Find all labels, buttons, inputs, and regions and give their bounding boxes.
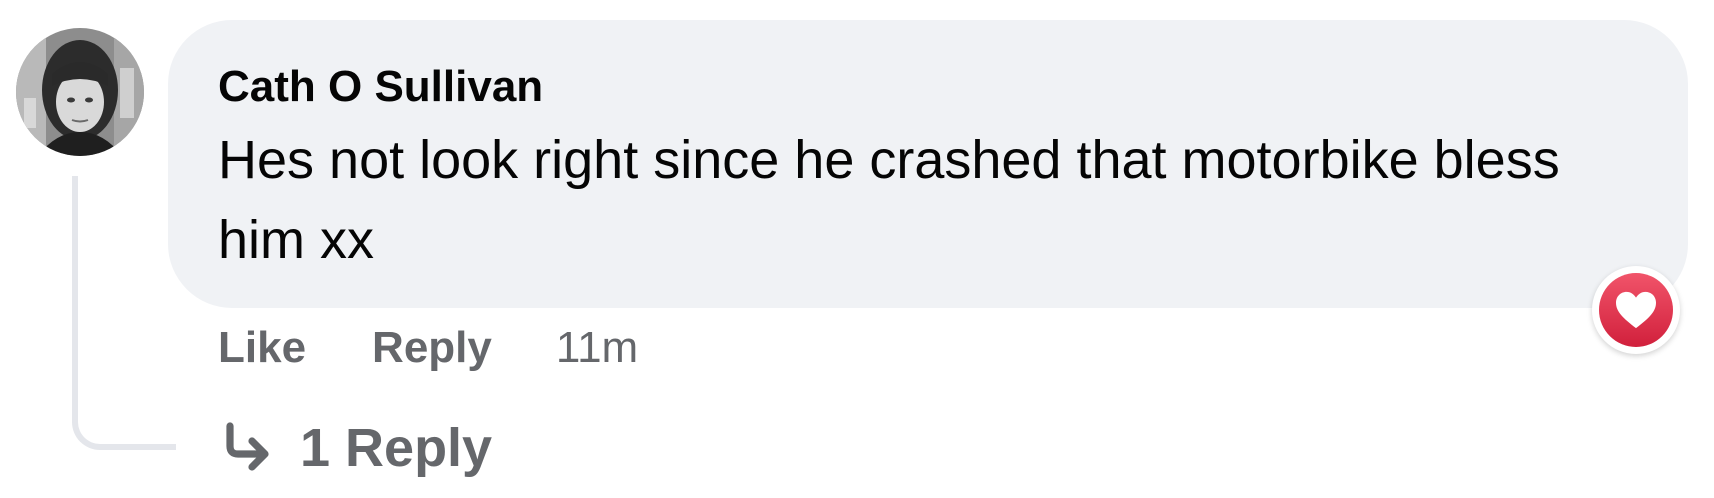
thread-connector-line <box>72 176 176 450</box>
comment-author-name[interactable]: Cath O Sullivan <box>218 60 1640 114</box>
replies-count-label[interactable]: 1 Reply <box>300 417 492 479</box>
avatar[interactable] <box>16 28 144 156</box>
view-replies-button[interactable]: 1 Reply <box>218 414 492 482</box>
comment-text: Hes not look right since he crashed that… <box>218 130 1560 270</box>
comment-actions: Like Reply 11m <box>218 318 638 378</box>
like-button[interactable]: Like <box>218 323 306 373</box>
avatar-image <box>16 28 144 156</box>
heart-reaction <box>1599 273 1673 347</box>
comment-bubble[interactable]: Cath O Sullivan Hes not look right since… <box>168 20 1688 308</box>
heart-icon <box>1616 291 1656 329</box>
comment-timestamp[interactable]: 11m <box>556 323 638 373</box>
reply-button[interactable]: Reply <box>372 323 492 373</box>
reaction-badge[interactable] <box>1592 266 1680 354</box>
reply-arrow-icon <box>226 422 269 471</box>
